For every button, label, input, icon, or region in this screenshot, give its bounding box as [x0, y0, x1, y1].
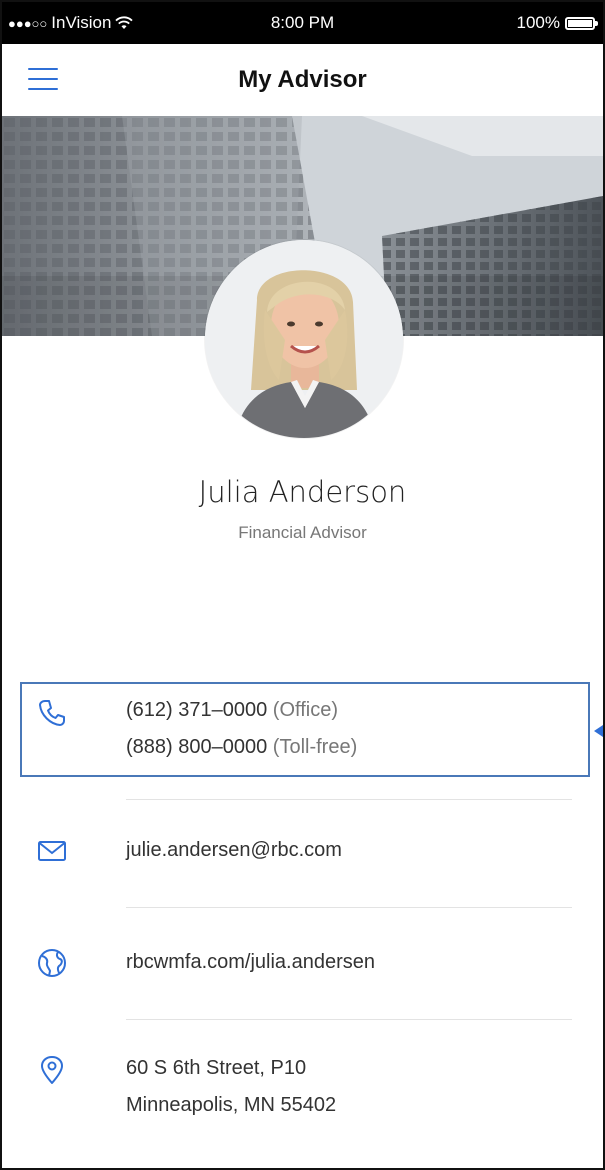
- address-line-2: Minneapolis, MN 55402: [126, 1094, 337, 1116]
- email-row[interactable]: julie.andersen@rbc.com: [2, 832, 603, 872]
- divider: [126, 1019, 572, 1020]
- phone-tollfree-number: (888) 800–0000: [126, 736, 268, 758]
- phone-row[interactable]: (612) 371–0000 (Office) (888) 800–0000 (…: [2, 692, 603, 772]
- website-row[interactable]: rbcwmfa.com/julia.andersen: [2, 944, 603, 984]
- email-address[interactable]: julie.andersen@rbc.com: [126, 832, 342, 869]
- phone-tollfree-label: (Toll-free): [272, 736, 358, 758]
- status-time: 8:00 PM: [270, 13, 335, 32]
- phone-icon: [39, 700, 65, 726]
- page-title: My Advisor: [238, 66, 367, 93]
- phone-office-label: (Office): [272, 699, 338, 721]
- address-row[interactable]: 60 S 6th Street, P10 Minneapolis, MN 554…: [2, 1050, 603, 1126]
- divider: [126, 799, 572, 800]
- website-url[interactable]: rbcwmfa.com/julia.andersen: [126, 944, 375, 981]
- location-pin-icon: [41, 1056, 63, 1084]
- address-line-1: 60 S 6th Street, P10: [126, 1057, 307, 1079]
- phone-office-number: (612) 371–0000: [126, 699, 268, 721]
- advisor-name: Julia Anderson: [198, 475, 407, 509]
- phone-tollfree[interactable]: (888) 800–0000 (Toll-free): [126, 729, 357, 766]
- mail-icon: [38, 841, 66, 861]
- globe-icon: [38, 949, 66, 977]
- navigation-bar: My Advisor: [2, 44, 603, 116]
- divider: [126, 907, 572, 908]
- app-frame: ●●●○○ InVision 8:00 PM 100% My Advisor J…: [0, 0, 605, 1170]
- advisor-avatar: [205, 240, 403, 438]
- battery-icon: [565, 16, 598, 30]
- battery-percent: 100%: [516, 13, 560, 32]
- advisor-role: Financial Advisor: [238, 523, 367, 542]
- status-right: 100%: [516, 13, 598, 33]
- status-bar: ●●●○○ InVision 8:00 PM 100%: [2, 2, 603, 44]
- phone-office[interactable]: (612) 371–0000 (Office): [126, 692, 338, 729]
